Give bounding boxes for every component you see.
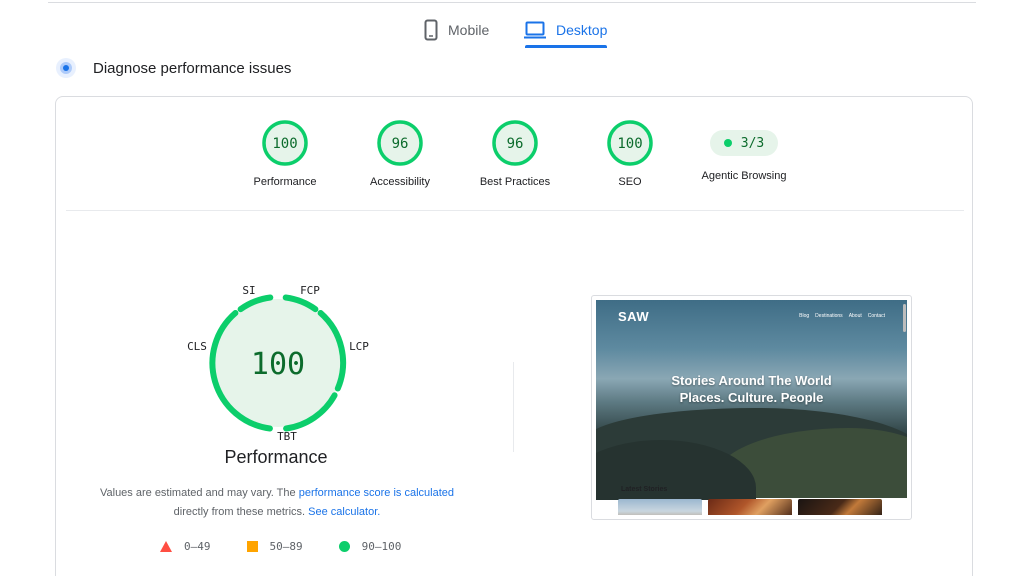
- section-title: Diagnose performance issues: [93, 59, 292, 77]
- tab-mobile[interactable]: Mobile: [424, 12, 489, 48]
- performance-score: 100: [251, 347, 305, 382]
- hero-title: Stories Around The World Places. Culture…: [596, 372, 907, 406]
- report-card: 100 Performance 96 Accessibility 96 Best…: [55, 96, 973, 576]
- circle-icon: [338, 541, 350, 552]
- metric-label-si: SI: [242, 284, 255, 297]
- performance-gauge: 100 SI FCP LCP TBT CLS: [174, 277, 384, 467]
- metric-label-fcp: FCP: [300, 284, 320, 297]
- tab-desktop-label: Desktop: [556, 22, 608, 38]
- gauge-label: SEO: [618, 176, 642, 188]
- gauge-agentic-browsing[interactable]: 3/3 Agentic Browsing: [684, 119, 804, 182]
- final-screenshot[interactable]: SAW Blog Destinations About Contact Stor…: [591, 295, 912, 520]
- phone-icon: [424, 19, 438, 41]
- pass-dot-icon: [723, 139, 732, 147]
- gauge-score: 96: [392, 136, 409, 152]
- metric-label-lcp: LCP: [349, 340, 369, 353]
- site-nav-item: Blog: [799, 313, 810, 319]
- hero-line: Stories Around The World: [671, 373, 832, 388]
- see-calculator-link[interactable]: See calculator.: [308, 506, 380, 518]
- site-logo: SAW: [618, 309, 650, 324]
- score-legend: 0–49 50–89 90–100: [160, 540, 401, 553]
- score-ring: 96: [492, 120, 538, 166]
- hero-image: SAW Blog Destinations About Contact Stor…: [596, 300, 907, 500]
- site-nav-item: Contact: [867, 313, 885, 319]
- legend-item-average: 50–89: [246, 540, 303, 553]
- score-ring: 100: [607, 120, 653, 166]
- performance-label: Performance: [224, 447, 328, 467]
- gauge-score: 100: [617, 136, 642, 152]
- device-tabs: Mobile Desktop: [0, 0, 1024, 50]
- gauge-best-practices[interactable]: 96 Best Practices: [455, 119, 575, 188]
- story-thumbnail: [618, 499, 702, 515]
- score-calculated-link[interactable]: performance score is calculated: [299, 487, 454, 499]
- gauge-seo[interactable]: 100 SEO: [570, 119, 690, 188]
- legend-range: 50–89: [269, 540, 303, 553]
- legend-item-fail: 0–49: [160, 540, 211, 553]
- score-ring: 100: [262, 120, 308, 166]
- metric-ring: 100 SI FCP LCP TBT CLS: [187, 284, 369, 443]
- metric-label-cls: CLS: [187, 340, 207, 353]
- legend-range: 0–49: [184, 540, 211, 553]
- gauge-score: 100: [272, 136, 297, 152]
- vertical-divider: [513, 362, 514, 452]
- score-ring: 96: [377, 120, 423, 166]
- legend-item-pass: 90–100: [338, 540, 402, 553]
- score-gauges: 100 Performance 96 Accessibility 96 Best…: [56, 97, 974, 207]
- section-header: Diagnose performance issues: [55, 57, 291, 79]
- gauge-accessibility[interactable]: 96 Accessibility: [340, 119, 460, 188]
- screenshot-scrollbar: [903, 304, 906, 332]
- legend-range: 90–100: [361, 540, 402, 553]
- laptop-icon: [524, 21, 546, 39]
- metric-label-tbt: TBT: [277, 430, 297, 443]
- score-note: Values are estimated and may vary. The p…: [76, 484, 478, 522]
- tab-desktop[interactable]: Desktop: [524, 12, 607, 48]
- gauge-label: Accessibility: [370, 176, 430, 188]
- latest-stories-heading: Latest Stories: [621, 486, 668, 493]
- site-nav-item: Destinations: [815, 313, 843, 319]
- card-divider: [66, 210, 964, 211]
- gauge-label: Agentic Browsing: [701, 170, 787, 182]
- agentic-value: 3/3: [740, 135, 765, 151]
- active-tab-indicator: [525, 45, 607, 48]
- story-thumbnail: [798, 499, 882, 515]
- square-icon: [246, 541, 258, 552]
- site-nav-item: About: [848, 313, 862, 319]
- site-nav: Blog Destinations About Contact: [799, 313, 885, 319]
- note-text: directly from these metrics.: [173, 506, 309, 518]
- note-text: Values are estimated and may vary. The: [99, 487, 299, 499]
- sparkle-icon: [56, 58, 76, 78]
- triangle-icon: [160, 541, 172, 552]
- agentic-badge: 3/3: [710, 130, 778, 156]
- gauge-score: 96: [507, 136, 524, 152]
- screenshot-viewport: SAW Blog Destinations About Contact Stor…: [596, 300, 907, 515]
- gauge-label: Best Practices: [479, 176, 551, 188]
- tab-mobile-label: Mobile: [448, 22, 490, 38]
- hero-line: Places. Culture. People: [679, 390, 824, 405]
- story-thumbnail: [708, 499, 792, 515]
- gauge-performance[interactable]: 100 Performance: [225, 119, 345, 188]
- gauge-label: Performance: [253, 176, 317, 188]
